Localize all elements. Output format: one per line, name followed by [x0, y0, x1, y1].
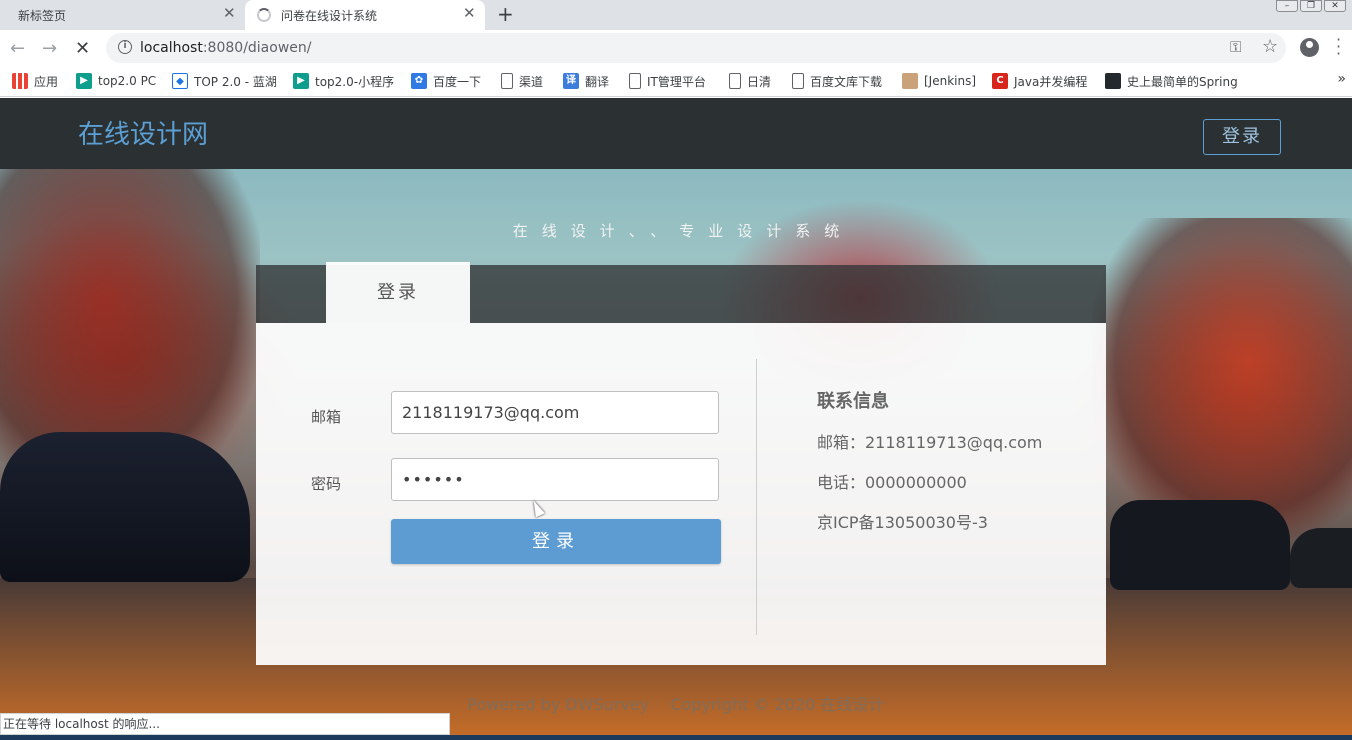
- bookmark-label: 百度文库下载: [810, 74, 883, 89]
- bookmark-label: TOP 2.0 - 蓝湖: [194, 74, 277, 89]
- site-header: 在线设计网 登录: [0, 98, 1352, 169]
- play-icon: ▶: [76, 73, 92, 89]
- page-background: 在线设计网 登录 在线设计、、专业设计系统 登录 邮箱 2118119173@q…: [0, 98, 1352, 740]
- loading-spinner-icon: [257, 8, 271, 22]
- bookmark-label: 史上最简单的Spring: [1127, 74, 1238, 89]
- bookmark-label: IT管理平台: [647, 74, 706, 89]
- bookmarks-bar: 应用 ▶ top2.0 PC ◆ TOP 2.0 - 蓝湖 ▶ top2.0-小程序 …: [0, 66, 1352, 97]
- browser-toolbar: ← → ✕ i localhost:8080/diaowen/ ⚿ ☆ · · ·: [0, 30, 1352, 66]
- bookmark-translate[interactable]: 译翻译: [563, 72, 609, 90]
- site-info-icon[interactable]: i: [118, 40, 132, 54]
- bookmark-riqing[interactable]: 日清: [729, 72, 771, 90]
- tab-title: 新标签页: [18, 9, 67, 23]
- tab-title: 问卷在线设计系统: [281, 9, 378, 23]
- contact-icp: 京ICP备13050030号-3: [817, 513, 988, 532]
- play-icon: ▶: [293, 73, 309, 89]
- bookmark-top2-lanhu[interactable]: ◆ TOP 2.0 - 蓝湖: [172, 72, 277, 90]
- password-key-icon[interactable]: ⚿: [1230, 38, 1241, 56]
- page-footer: Powered by DWSurvey Copyright © 2020 在线设…: [0, 691, 1352, 715]
- bookmark-top2-miniprogram[interactable]: ▶ top2.0-小程序: [293, 72, 394, 90]
- stop-loading-icon[interactable]: ✕: [75, 38, 90, 59]
- bookmark-spring[interactable]: 史上最简单的Spring: [1105, 72, 1238, 90]
- jenkins-icon: [902, 73, 918, 89]
- csdn-icon: C: [992, 73, 1008, 89]
- background-car: [0, 432, 250, 582]
- email-field[interactable]: 2118119173@qq.com: [391, 391, 719, 434]
- window-close-icon[interactable]: ✕: [1324, 0, 1346, 12]
- site-logo[interactable]: 在线设计网: [78, 114, 208, 151]
- document-icon: [792, 73, 804, 89]
- bookmark-java-concurrency[interactable]: C Java并发编程: [992, 72, 1087, 90]
- bookmark-baidu-wenku[interactable]: 百度文库下载: [792, 72, 882, 90]
- lanhu-icon: ◆: [172, 73, 188, 89]
- bookmark-label: top2.0 PC: [98, 74, 157, 88]
- bookmarks-overflow-icon[interactable]: »: [1337, 71, 1346, 87]
- background-car: [1290, 528, 1352, 588]
- contact-title: 联系信息: [817, 391, 889, 412]
- close-icon[interactable]: ✕: [223, 4, 236, 22]
- browser-tab-strip: 新标签页 ✕ 问卷在线设计系统 ✕ + – ❐ ✕: [0, 0, 1352, 30]
- contact-email: 邮箱：2118119713@qq.com: [817, 433, 1043, 452]
- login-form-body: 邮箱 2118119173@qq.com 密码 •••••• 登录 联系信息 邮…: [256, 323, 1106, 665]
- browser-tab-new-tab[interactable]: 新标签页 ✕: [0, 0, 244, 30]
- header-login-button[interactable]: 登录: [1203, 119, 1281, 155]
- vertical-divider: [756, 359, 757, 635]
- footer-powered-by[interactable]: Powered by DWSurvey: [468, 695, 650, 714]
- apps-grid-icon: [12, 73, 28, 89]
- os-taskbar: [0, 735, 1352, 740]
- back-arrow-icon[interactable]: ←: [10, 38, 25, 59]
- bookmark-label: 渠道: [519, 74, 544, 89]
- forward-arrow-icon[interactable]: →: [42, 38, 57, 59]
- document-icon: [729, 73, 741, 89]
- bookmark-it-platform[interactable]: IT管理平台: [629, 72, 706, 90]
- baidu-paw-icon: ✿: [411, 73, 427, 89]
- profile-avatar-icon[interactable]: [1300, 38, 1319, 57]
- bookmark-label: 应用: [34, 74, 59, 89]
- bookmark-label: [Jenkins]: [924, 74, 977, 88]
- bookmark-baidu[interactable]: ✿ 百度一下: [411, 72, 481, 90]
- background-car: [1110, 500, 1290, 590]
- bookmark-star-icon[interactable]: ☆: [1262, 36, 1278, 57]
- window-controls: – ❐ ✕: [1276, 0, 1346, 14]
- new-tab-plus-icon[interactable]: +: [497, 2, 514, 26]
- login-panel: 登录 邮箱 2118119173@qq.com 密码 •••••• 登录 联系信…: [256, 262, 1106, 665]
- url-path: :8080/diaowen/: [202, 40, 312, 56]
- bookmark-jenkins[interactable]: [Jenkins]: [902, 72, 976, 90]
- browser-tab-active[interactable]: 问卷在线设计系统 ✕: [245, 0, 485, 30]
- bookmark-label: 翻译: [585, 74, 610, 89]
- minimize-icon[interactable]: –: [1276, 0, 1298, 12]
- background-trees: [1092, 218, 1352, 538]
- url-text[interactable]: localhost:8080/diaowen/: [140, 40, 311, 56]
- email-label: 邮箱: [311, 408, 342, 426]
- bookmark-label: Java并发编程: [1014, 74, 1088, 89]
- bookmark-label: 百度一下: [433, 74, 482, 89]
- contact-phone: 电话：0000000000: [817, 473, 967, 492]
- address-bar[interactable]: i localhost:8080/diaowen/ ⚿ ☆: [106, 33, 1286, 63]
- bookmark-label: 日清: [747, 74, 772, 89]
- bookmark-top2-pc[interactable]: ▶ top2.0 PC: [76, 72, 156, 90]
- login-submit-button[interactable]: 登录: [391, 519, 721, 564]
- close-icon[interactable]: ✕: [463, 4, 476, 22]
- restore-icon[interactable]: ❐: [1300, 0, 1322, 12]
- url-host: localhost: [140, 40, 203, 56]
- password-field[interactable]: ••••••: [391, 458, 719, 501]
- github-icon: [1105, 73, 1121, 89]
- bookmark-label: top2.0-小程序: [315, 74, 395, 89]
- password-label: 密码: [311, 475, 342, 493]
- bookmark-qudao[interactable]: 渠道: [501, 72, 543, 90]
- browser-status-bar: 正在等待 localhost 的响应...: [0, 713, 450, 735]
- translate-icon: 译: [563, 73, 579, 89]
- document-icon: [501, 73, 513, 89]
- footer-copyright: Copyright © 2020 在线设计: [670, 695, 885, 714]
- site-slogan: 在线设计、、专业设计系统: [512, 222, 854, 240]
- document-icon: [629, 73, 641, 89]
- bookmark-apps[interactable]: 应用: [12, 72, 58, 90]
- more-menu-icon[interactable]: · · ·: [1336, 32, 1341, 62]
- tab-login[interactable]: 登录: [326, 262, 470, 323]
